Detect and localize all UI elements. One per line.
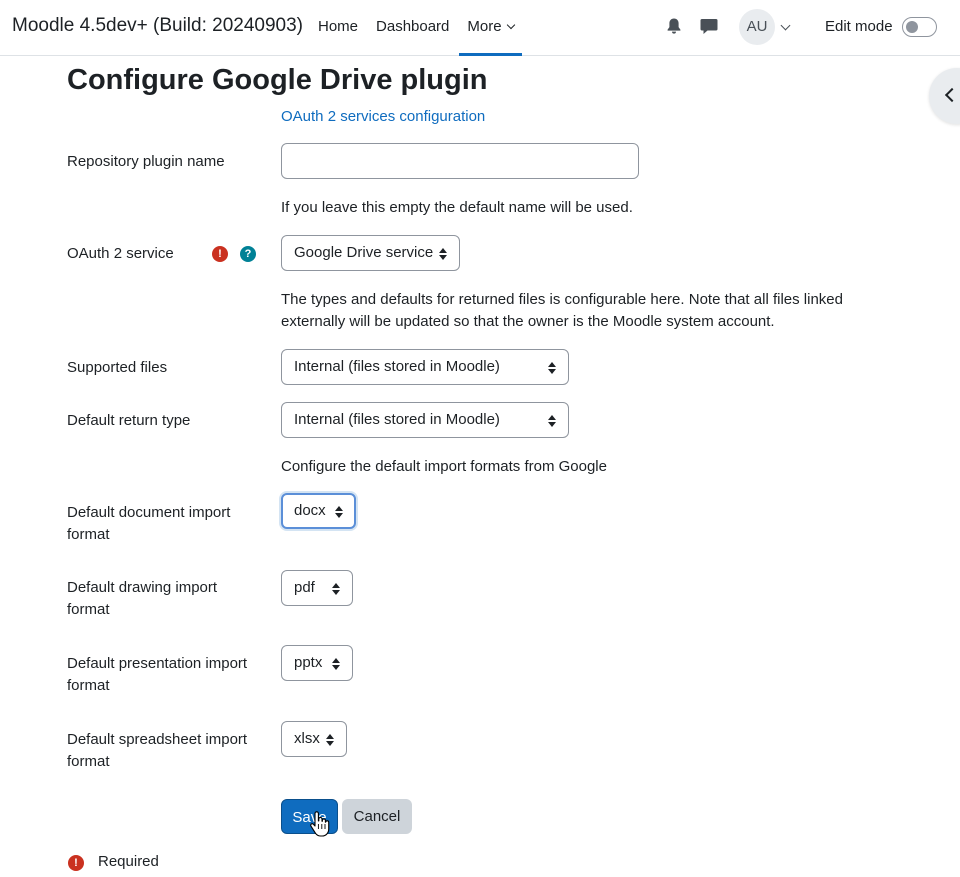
required-legend-label: Required	[98, 853, 159, 870]
select-arrows-icon	[335, 506, 343, 518]
nav-more[interactable]: More	[459, 0, 522, 56]
presentation-format-select[interactable]: pptx	[281, 645, 353, 681]
primary-navigation: Home Dashboard More	[318, 0, 532, 56]
drawing-format-label-line1: Default drawing import	[67, 579, 218, 596]
spreadsheet-format-label-line2: format	[67, 753, 110, 770]
edit-mode-label: Edit mode	[825, 18, 893, 35]
oauth-service-help-line1: The types and defaults for returned file…	[281, 291, 843, 308]
select-arrows-icon	[332, 658, 340, 670]
toggle-knob	[906, 20, 918, 33]
hand-cursor-icon	[310, 811, 330, 837]
open-block-drawer-button[interactable]	[929, 68, 960, 124]
site-brand[interactable]: Moodle 4.5dev+ (Build: 20240903)	[12, 15, 303, 37]
document-format-select[interactable]: docx	[281, 493, 356, 529]
required-icon: !	[212, 246, 228, 262]
plugin-name-help: If you leave this empty the default name…	[281, 199, 633, 216]
drawing-format-label-line2: format	[67, 601, 110, 618]
return-type-label: Default return type	[67, 412, 191, 429]
oauth-service-value: Google Drive service	[294, 244, 434, 261]
cancel-button[interactable]: Cancel	[342, 799, 412, 834]
select-arrows-icon	[439, 248, 447, 260]
nav-home-label: Home	[318, 18, 359, 35]
presentation-format-label-line1: Default presentation import	[67, 655, 248, 672]
oauth-service-label: OAuth 2 service	[67, 245, 174, 262]
select-arrows-icon	[332, 583, 340, 595]
nav-dashboard[interactable]: Dashboard	[376, 0, 449, 56]
help-icon[interactable]: ?	[240, 246, 256, 262]
plugin-name-label: Repository plugin name	[67, 153, 225, 170]
drawing-format-value: pdf	[294, 579, 315, 596]
select-arrows-icon	[548, 415, 556, 427]
nav-home[interactable]: Home	[318, 0, 358, 56]
nav-more-label: More	[467, 18, 502, 35]
top-navbar: Moodle 4.5dev+ (Build: 20240903) Home Da…	[0, 0, 960, 56]
required-legend-icon: !	[68, 855, 84, 871]
oauth-service-select[interactable]: Google Drive service	[281, 235, 460, 271]
return-type-select[interactable]: Internal (files stored in Moodle)	[281, 402, 569, 438]
spreadsheet-format-value: xlsx	[294, 730, 320, 747]
edit-mode-toggle[interactable]	[902, 17, 937, 37]
user-menu-chevron-down-icon[interactable]	[780, 20, 791, 31]
page-title: Configure Google Drive plugin	[67, 64, 488, 96]
nav-dashboard-label: Dashboard	[376, 18, 450, 35]
supported-files-value: Internal (files stored in Moodle)	[294, 358, 500, 375]
oauth-services-link[interactable]: OAuth 2 services configuration	[281, 108, 485, 125]
oauth-service-help-line2: externally will be updated so that the o…	[281, 313, 775, 330]
document-format-label-line2: format	[67, 526, 110, 543]
select-arrows-icon	[548, 362, 556, 374]
chevron-left-icon	[944, 87, 960, 103]
document-format-label-line1: Default document import	[67, 504, 231, 521]
drawing-format-select[interactable]: pdf	[281, 570, 353, 606]
bell-icon[interactable]	[666, 17, 682, 35]
return-type-value: Internal (files stored in Moodle)	[294, 411, 500, 428]
spreadsheet-format-select[interactable]: xlsx	[281, 721, 347, 757]
chevron-down-icon	[506, 20, 515, 30]
supported-files-select[interactable]: Internal (files stored in Moodle)	[281, 349, 569, 385]
spreadsheet-format-label-line1: Default spreadsheet import	[67, 731, 248, 748]
user-avatar[interactable]: AU	[739, 9, 775, 45]
import-formats-help: Configure the default import formats fro…	[281, 458, 607, 475]
presentation-format-value: pptx	[294, 654, 323, 671]
plugin-name-input[interactable]	[281, 143, 639, 179]
document-format-value: docx	[294, 502, 326, 519]
presentation-format-label-line2: format	[67, 677, 110, 694]
chat-icon[interactable]	[700, 18, 718, 35]
supported-files-label: Supported files	[67, 359, 168, 376]
select-arrows-icon	[326, 734, 334, 746]
